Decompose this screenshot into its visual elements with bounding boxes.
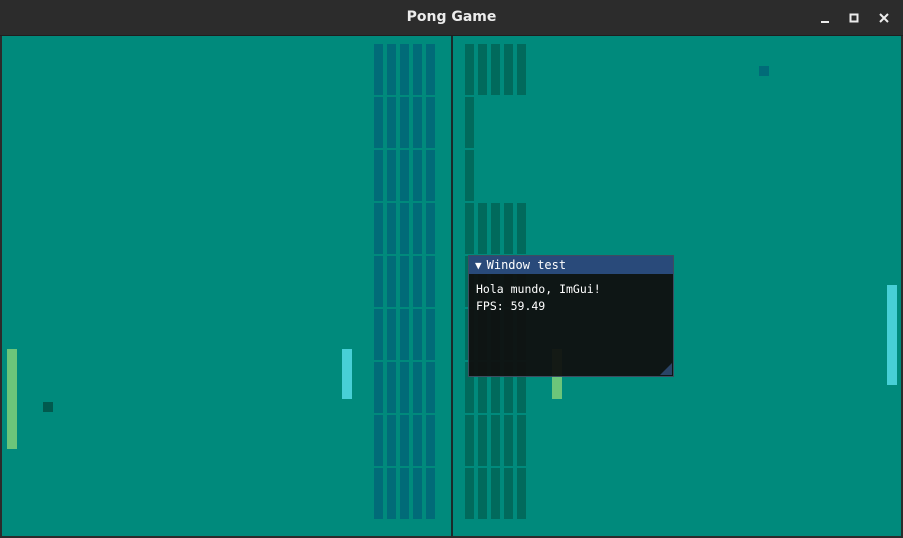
- brick: [387, 256, 396, 307]
- brick: [478, 415, 487, 466]
- window-title: Pong Game: [406, 9, 497, 25]
- brick: [413, 468, 422, 519]
- brick: [387, 150, 396, 201]
- center-divider: [451, 36, 453, 536]
- brick: [413, 97, 422, 148]
- right-ball: [759, 66, 769, 76]
- brick: [374, 256, 383, 307]
- brick: [374, 203, 383, 254]
- brick: [413, 44, 422, 95]
- brick: [426, 309, 435, 360]
- brick: [465, 415, 474, 466]
- brick: [387, 44, 396, 95]
- brick: [413, 415, 422, 466]
- brick: [426, 44, 435, 95]
- brick: [465, 468, 474, 519]
- brick: [491, 468, 500, 519]
- brick: [426, 362, 435, 413]
- brick: [400, 309, 409, 360]
- brick: [400, 256, 409, 307]
- brick: [413, 309, 422, 360]
- left-ball: [43, 402, 53, 412]
- left-opponent-paddle: [342, 349, 352, 399]
- brick: [517, 203, 526, 254]
- maximize-icon: [849, 13, 859, 23]
- brick: [387, 362, 396, 413]
- brick: [504, 468, 513, 519]
- brick: [478, 44, 487, 95]
- window-titlebar[interactable]: Pong Game: [0, 0, 903, 36]
- brick: [374, 362, 383, 413]
- brick: [374, 44, 383, 95]
- imgui-body: Hola mundo, ImGui! FPS: 59.49: [469, 274, 673, 315]
- brick: [517, 468, 526, 519]
- brick: [387, 468, 396, 519]
- brick: [387, 415, 396, 466]
- brick: [491, 415, 500, 466]
- minimize-icon: [821, 21, 829, 23]
- minimize-button[interactable]: [817, 10, 833, 26]
- brick: [387, 203, 396, 254]
- brick: [491, 44, 500, 95]
- game-playfield[interactable]: [2, 36, 901, 536]
- brick: [413, 256, 422, 307]
- brick: [426, 415, 435, 466]
- brick: [465, 44, 474, 95]
- brick: [426, 468, 435, 519]
- left-half: [2, 36, 451, 536]
- brick: [400, 203, 409, 254]
- brick: [517, 44, 526, 95]
- brick: [478, 468, 487, 519]
- brick: [374, 309, 383, 360]
- brick: [400, 415, 409, 466]
- brick: [504, 203, 513, 254]
- imgui-window[interactable]: ▼ Window test Hola mundo, ImGui! FPS: 59.…: [468, 255, 674, 377]
- imgui-title-text: Window test: [486, 258, 567, 272]
- brick: [374, 97, 383, 148]
- brick: [426, 256, 435, 307]
- resize-grip-icon[interactable]: [660, 363, 672, 375]
- brick: [413, 150, 422, 201]
- brick: [504, 44, 513, 95]
- brick: [400, 150, 409, 201]
- brick: [413, 362, 422, 413]
- brick: [400, 468, 409, 519]
- brick: [426, 150, 435, 201]
- brick: [374, 150, 383, 201]
- maximize-button[interactable]: [846, 10, 862, 26]
- brick: [400, 362, 409, 413]
- right-opponent-paddle: [887, 285, 897, 385]
- brick: [413, 203, 422, 254]
- brick: [465, 203, 474, 254]
- brick: [465, 97, 474, 148]
- brick: [491, 203, 500, 254]
- brick: [465, 150, 474, 201]
- brick: [504, 415, 513, 466]
- close-icon: [879, 13, 889, 23]
- brick: [387, 309, 396, 360]
- greeting-text: Hola mundo, ImGui!: [476, 282, 601, 296]
- brick: [387, 97, 396, 148]
- imgui-titlebar[interactable]: ▼ Window test: [469, 256, 673, 274]
- brick: [374, 415, 383, 466]
- brick: [426, 97, 435, 148]
- brick: [517, 415, 526, 466]
- brick: [400, 97, 409, 148]
- fps-text: FPS: 59.49: [476, 299, 546, 313]
- close-button[interactable]: [876, 10, 892, 26]
- brick: [478, 203, 487, 254]
- collapse-arrow-icon[interactable]: ▼: [475, 257, 482, 275]
- brick: [400, 44, 409, 95]
- brick: [426, 203, 435, 254]
- brick: [374, 468, 383, 519]
- left-player-paddle: [7, 349, 17, 449]
